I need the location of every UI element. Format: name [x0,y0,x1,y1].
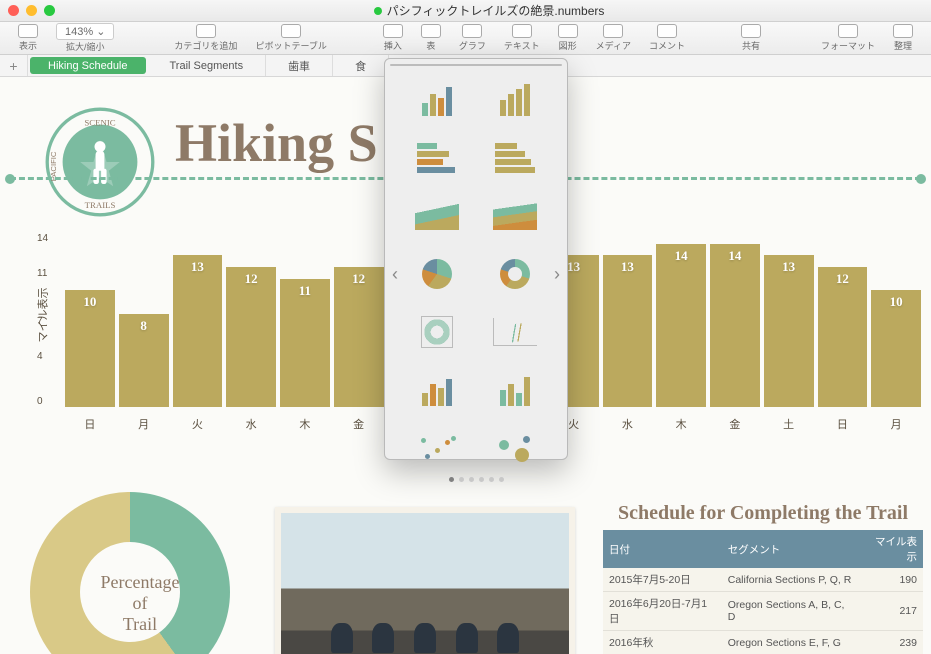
bar[interactable]: 12 [818,267,868,407]
chart-thumbnail-grid: ‹ › [385,71,567,477]
chart-tab-3d[interactable]: 3D [447,65,504,66]
stacked-column-chart-icon[interactable] [481,75,549,125]
svg-text:TRAILS: TRAILS [85,200,116,210]
area-chart-icon[interactable] [403,191,471,241]
table-row: 2015年7月5-20日California Sections P, Q, R1… [603,568,923,592]
window-zoom-button[interactable] [44,5,55,16]
page-title: Hiking S [175,112,378,174]
insert-button[interactable]: 挿入 [375,24,411,52]
chart-dimension-segmented-control[interactable]: 2D 3D Interactive [390,64,562,66]
two-axis-chart-icon[interactable] [481,365,549,415]
line-chart-icon[interactable] [481,307,549,357]
donut-chart-icon[interactable] [481,249,549,299]
sheet-tab-trail-segments[interactable]: Trail Segments [148,55,267,76]
beach-photo[interactable] [275,507,575,654]
window-minimize-button[interactable] [26,5,37,16]
column-chart-icon[interactable] [403,75,471,125]
organize-button[interactable]: 整理 [885,24,921,52]
bar[interactable]: 12 [226,267,276,407]
bubble-chart-icon[interactable] [481,423,549,473]
document-status-dot [374,7,382,15]
bar[interactable]: 12 [334,267,384,407]
schedule-table-block: Schedule for Completing the Trail 日付 セグメ… [603,502,923,654]
scatter-chart-icon[interactable] [403,423,471,473]
chart-tab-interactive[interactable]: Interactive [504,65,561,66]
schedule-table[interactable]: 日付 セグメント マイル表示 2015年7月5-20日California Se… [603,530,923,654]
view-button[interactable]: 表示 [10,24,46,52]
comment-button[interactable]: コメント [641,24,693,52]
prev-style-button[interactable]: ‹ [387,262,403,286]
add-sheet-button[interactable]: + [0,55,28,76]
table-button[interactable]: 表 [413,24,449,52]
share-button[interactable]: 共有 [733,24,769,52]
mixed-chart-icon[interactable] [403,365,471,415]
pie-chart-icon[interactable] [403,249,471,299]
format-button[interactable]: フォーマット [813,24,883,52]
sheet-tab-hiking-schedule[interactable]: Hiking Schedule [30,57,146,74]
donut-title: PercentageofTrail [30,572,250,635]
bar[interactable]: 11 [280,279,330,407]
schedule-title: Schedule for Completing the Trail [603,502,923,524]
text-button[interactable]: テキスト [496,24,548,52]
next-style-button[interactable]: › [549,262,565,286]
stacked-area-chart-icon[interactable] [481,191,549,241]
window-title: パシフィックトレイルズの絶景.numbers [55,2,923,19]
add-category-button[interactable]: カテゴリを追加 [166,24,245,52]
stacked-bar-chart-icon[interactable] [481,133,549,183]
percentage-of-trail-donut[interactable]: PercentageofTrail [30,492,250,654]
bar[interactable]: 10 [65,290,115,407]
sheet-tab-food[interactable]: 食 [333,55,389,76]
bar[interactable]: 13 [764,255,814,407]
titlebar: パシフィックトレイルズの絶景.numbers [0,0,931,22]
style-page-dots[interactable] [385,477,567,482]
sheet-tab-gear[interactable]: 歯車 [266,55,333,76]
bar[interactable]: 13 [173,255,223,407]
bar[interactable]: 8 [119,314,169,407]
svg-text:SCENIC: SCENIC [84,118,115,128]
bar[interactable]: 14 [710,244,760,407]
table-row: 2016年秋Oregon Sections E, F, G239 [603,631,923,654]
radar-chart-icon[interactable] [403,307,471,357]
bar[interactable]: 13 [603,255,653,407]
chart-tab-2d[interactable]: 2D [391,65,447,66]
toolbar: 表示 143% ⌄拡大/縮小 カテゴリを追加 ピボットテーブル 挿入 表 グラフ… [0,22,931,55]
table-row: 2016年6月20日-7月1日Oregon Sections A, B, C, … [603,592,923,631]
zoom-control[interactable]: 143% ⌄拡大/縮小 [48,23,122,53]
pivot-table-button[interactable]: ピボットテーブル [247,24,334,52]
chart-picker-popover: 2D 3D Interactive ‹ › [384,58,568,460]
media-button[interactable]: メディア [588,24,639,52]
scenic-pacific-trails-logo: SCENIC TRAILS PACIFIC [45,107,155,217]
window-close-button[interactable] [8,5,19,16]
bar-chart-icon[interactable] [403,133,471,183]
chart-button[interactable]: グラフ [451,24,494,52]
shape-button[interactable]: 図形 [550,24,586,52]
y-axis-ticks: 0 4 7 11 14 [37,232,57,407]
bar[interactable]: 14 [656,244,706,407]
bar[interactable]: 10 [871,290,921,407]
